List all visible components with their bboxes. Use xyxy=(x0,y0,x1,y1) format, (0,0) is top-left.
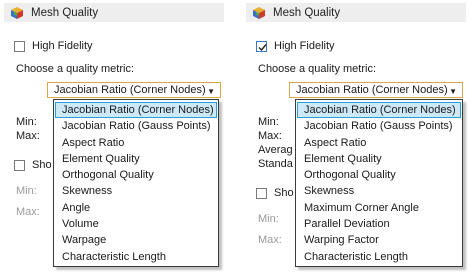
high-fidelity-checkbox[interactable] xyxy=(256,40,267,52)
bottom-min-label: Min: xyxy=(16,185,37,197)
option-characteristic-length[interactable]: Characteristic Length xyxy=(55,249,217,265)
high-fidelity-option[interactable]: High Fidelity xyxy=(256,40,335,52)
mesh-quality-panel-right: Mesh Quality High Fidelity Choose a qual… xyxy=(242,0,470,275)
checkmark-icon xyxy=(258,43,267,51)
high-fidelity-option[interactable]: High Fidelity xyxy=(14,40,93,52)
quality-metric-select[interactable]: Jacobian Ratio (Corner Nodes) ▼ xyxy=(47,82,221,98)
option-element-quality[interactable]: Element Quality xyxy=(55,151,217,167)
metric-prompt: Choose a quality metric: xyxy=(258,63,376,75)
dropdown-arrow-icon: ▼ xyxy=(207,87,215,96)
quality-metric-select[interactable]: Jacobian Ratio (Corner Nodes) ▼ xyxy=(289,82,463,98)
mesh-cube-icon xyxy=(11,6,23,19)
high-fidelity-label: High Fidelity xyxy=(32,40,93,52)
mesh-quality-panel-left: Mesh Quality High Fidelity Choose a qual… xyxy=(0,0,228,275)
min-label: Min: xyxy=(258,116,279,128)
option-jacobian-gauss[interactable]: Jacobian Ratio (Gauss Points) xyxy=(297,118,461,134)
select-value: Jacobian Ratio (Corner Nodes) xyxy=(296,84,448,96)
option-aspect-ratio[interactable]: Aspect Ratio xyxy=(55,135,217,151)
bottom-min-label: Min: xyxy=(258,213,279,225)
show-label: Sho xyxy=(274,187,294,199)
panel-title: Mesh Quality xyxy=(273,6,341,19)
panel-header: Mesh Quality xyxy=(4,3,224,22)
bottom-max-label: Max: xyxy=(16,206,40,218)
option-volume[interactable]: Volume xyxy=(55,216,217,232)
high-fidelity-checkbox[interactable] xyxy=(14,40,25,52)
bottom-max-label: Max: xyxy=(258,234,282,246)
option-jacobian-corner[interactable]: Jacobian Ratio (Corner Nodes) xyxy=(297,102,461,119)
show-option[interactable]: Sho xyxy=(256,187,294,199)
average-label: Averag xyxy=(258,144,293,156)
option-aspect-ratio[interactable]: Aspect Ratio xyxy=(297,135,461,151)
option-orthogonal-quality[interactable]: Orthogonal Quality xyxy=(297,167,461,183)
max-label: Max: xyxy=(258,130,282,142)
quality-metric-dropdown: Jacobian Ratio (Corner Nodes) Jacobian R… xyxy=(295,99,463,267)
option-skewness[interactable]: Skewness xyxy=(55,183,217,199)
panel-title: Mesh Quality xyxy=(31,6,99,19)
min-label: Min: xyxy=(16,116,37,128)
option-orthogonal-quality[interactable]: Orthogonal Quality xyxy=(55,167,217,183)
option-jacobian-corner[interactable]: Jacobian Ratio (Corner Nodes) xyxy=(55,102,217,119)
option-maximum-corner-angle[interactable]: Maximum Corner Angle xyxy=(297,200,461,216)
option-skewness[interactable]: Skewness xyxy=(297,183,461,199)
show-checkbox[interactable] xyxy=(14,159,25,171)
show-option[interactable]: Sho xyxy=(14,159,52,171)
metric-prompt: Choose a quality metric: xyxy=(16,63,134,75)
mesh-cube-icon xyxy=(253,6,265,19)
option-characteristic-length[interactable]: Characteristic Length xyxy=(297,249,461,265)
option-angle[interactable]: Angle xyxy=(55,200,217,216)
high-fidelity-label: High Fidelity xyxy=(274,40,335,52)
select-value: Jacobian Ratio (Corner Nodes) xyxy=(54,84,206,96)
quality-metric-dropdown: Jacobian Ratio (Corner Nodes) Jacobian R… xyxy=(53,99,219,267)
max-label: Max: xyxy=(16,130,40,142)
option-warping-factor[interactable]: Warping Factor xyxy=(297,232,461,248)
show-label: Sho xyxy=(32,159,52,171)
dropdown-arrow-icon: ▼ xyxy=(449,87,457,96)
show-checkbox[interactable] xyxy=(256,187,267,199)
standard-deviation-label: Standa xyxy=(258,158,293,170)
option-jacobian-gauss[interactable]: Jacobian Ratio (Gauss Points) xyxy=(55,118,217,134)
option-warpage[interactable]: Warpage xyxy=(55,232,217,248)
panel-header: Mesh Quality xyxy=(246,3,466,22)
option-element-quality[interactable]: Element Quality xyxy=(297,151,461,167)
option-parallel-deviation[interactable]: Parallel Deviation xyxy=(297,216,461,232)
